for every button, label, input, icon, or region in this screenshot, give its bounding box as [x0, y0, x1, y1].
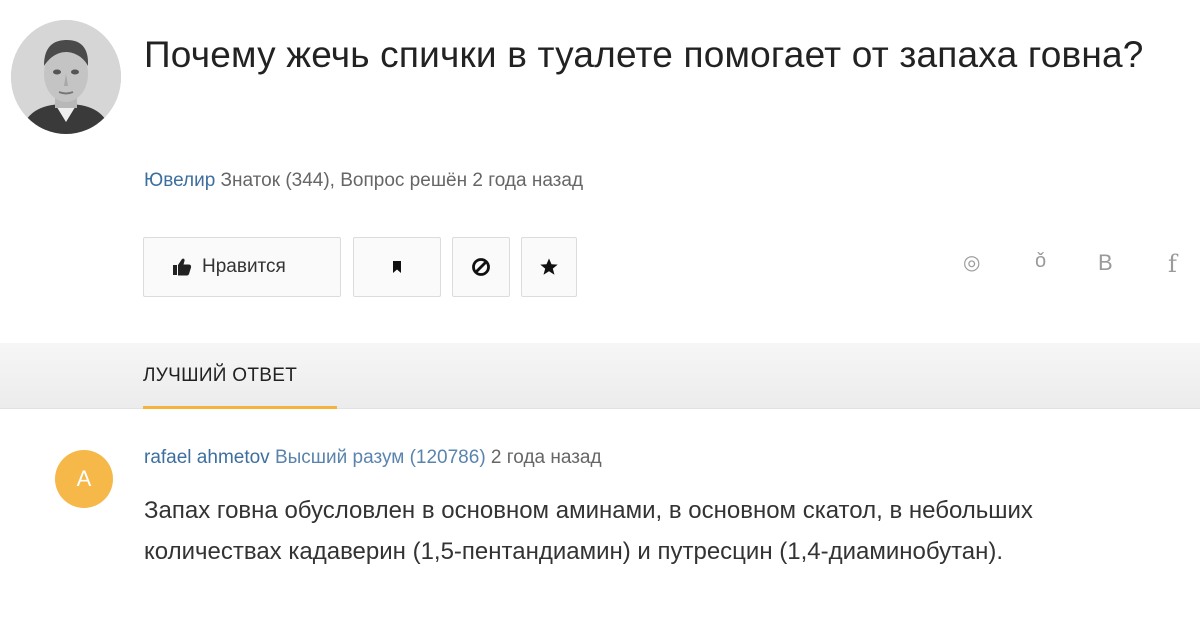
- odnoklassniki-share-icon[interactable]: ǒ: [1035, 250, 1046, 273]
- tab-best-answer[interactable]: ЛУЧШИЙ ОТВЕТ: [143, 343, 337, 409]
- question-meta: Ювелир Знаток (344), Вопрос решён 2 года…: [144, 170, 583, 192]
- bookmark-button[interactable]: [353, 237, 441, 297]
- bookmark-icon: [393, 261, 401, 273]
- question-author-avatar[interactable]: [11, 20, 121, 134]
- like-icon: [173, 258, 192, 276]
- answer-author-avatar[interactable]: A: [55, 450, 113, 508]
- answer-meta: rafael ahmetov Высший разум (120786) 2 г…: [144, 447, 602, 469]
- question-title: Почему жечь спички в туалете помогает от…: [144, 34, 1144, 75]
- block-icon: [472, 258, 490, 276]
- like-button[interactable]: Нравится: [143, 237, 341, 297]
- answer-time: 2 года назад: [485, 447, 602, 468]
- star-icon: [540, 258, 558, 275]
- ok-ru-share-icon[interactable]: ◎: [963, 250, 980, 275]
- block-button[interactable]: [452, 237, 510, 297]
- like-button-label: Нравится: [202, 256, 286, 277]
- answer-text: Запах говна обусловлен в основном аминам…: [144, 497, 1033, 565]
- answer-author-link[interactable]: rafael ahmetov: [144, 447, 270, 468]
- best-answer-bar: ЛУЧШИЙ ОТВЕТ: [0, 343, 1200, 409]
- favorite-button[interactable]: [521, 237, 577, 297]
- question-meta-text: Знаток (344), Вопрос решён 2 года назад: [215, 170, 584, 191]
- vk-share-icon[interactable]: В: [1098, 250, 1113, 276]
- question-author-link[interactable]: Ювелир: [144, 170, 215, 191]
- answer-author-rank[interactable]: Высший разум (120786): [270, 447, 486, 468]
- facebook-share-icon[interactable]: f: [1168, 250, 1177, 278]
- portrait-image: [11, 20, 121, 134]
